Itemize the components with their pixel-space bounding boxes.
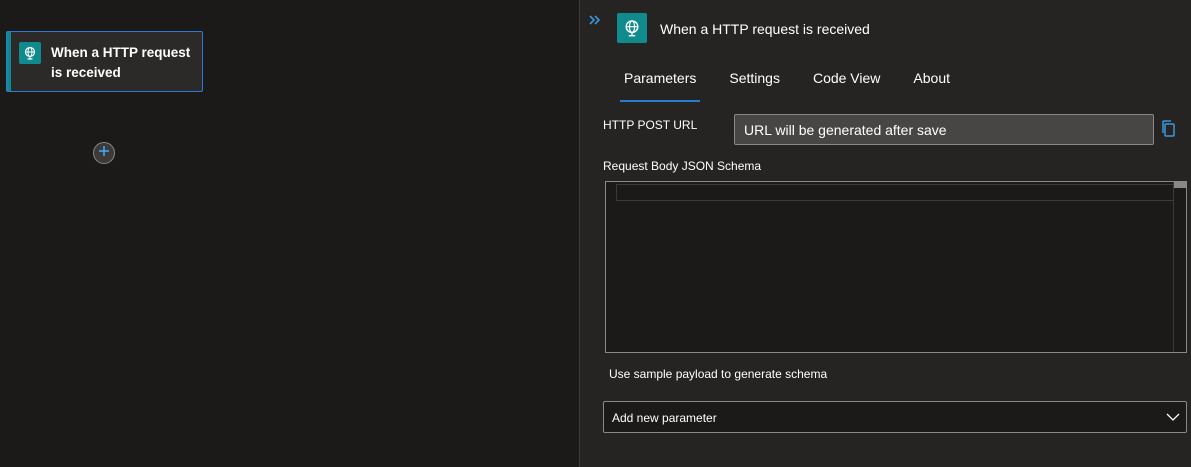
add-step-button[interactable] xyxy=(93,142,115,164)
copy-icon[interactable] xyxy=(1160,119,1178,139)
plus-icon xyxy=(98,144,110,162)
panel-tabs: Parameters Settings Code View About xyxy=(616,62,975,102)
chevron-down-icon xyxy=(1166,411,1180,423)
designer-canvas: When a HTTP request is received xyxy=(0,0,579,467)
editor-scrollbar[interactable] xyxy=(1173,182,1186,352)
trigger-card[interactable]: When a HTTP request is received xyxy=(6,31,203,92)
globe-icon xyxy=(19,42,41,64)
sample-payload-link[interactable]: Use sample payload to generate schema xyxy=(609,367,827,381)
add-parameter-dropdown[interactable]: Add new parameter xyxy=(603,401,1187,433)
http-post-url-field[interactable]: URL will be generated after save xyxy=(734,114,1154,145)
details-panel: When a HTTP request is received Paramete… xyxy=(580,0,1191,467)
add-parameter-placeholder: Add new parameter xyxy=(612,411,717,425)
schema-label: Request Body JSON Schema xyxy=(603,159,762,173)
schema-editor[interactable] xyxy=(605,181,1187,353)
http-post-url-label: HTTP POST URL xyxy=(603,118,698,132)
double-chevron-right-icon[interactable] xyxy=(588,14,604,30)
panel-title: When a HTTP request is received xyxy=(660,21,870,37)
globe-icon xyxy=(617,13,647,43)
scrollbar-thumb[interactable] xyxy=(1174,182,1186,188)
trigger-card-title: When a HTTP request is received xyxy=(51,45,191,80)
tab-code-view[interactable]: Code View xyxy=(805,62,888,100)
card-accent-bar xyxy=(7,32,11,91)
editor-current-line xyxy=(616,184,1174,201)
tab-settings[interactable]: Settings xyxy=(721,62,788,100)
tab-parameters[interactable]: Parameters xyxy=(616,62,704,102)
tab-about[interactable]: About xyxy=(905,62,958,100)
